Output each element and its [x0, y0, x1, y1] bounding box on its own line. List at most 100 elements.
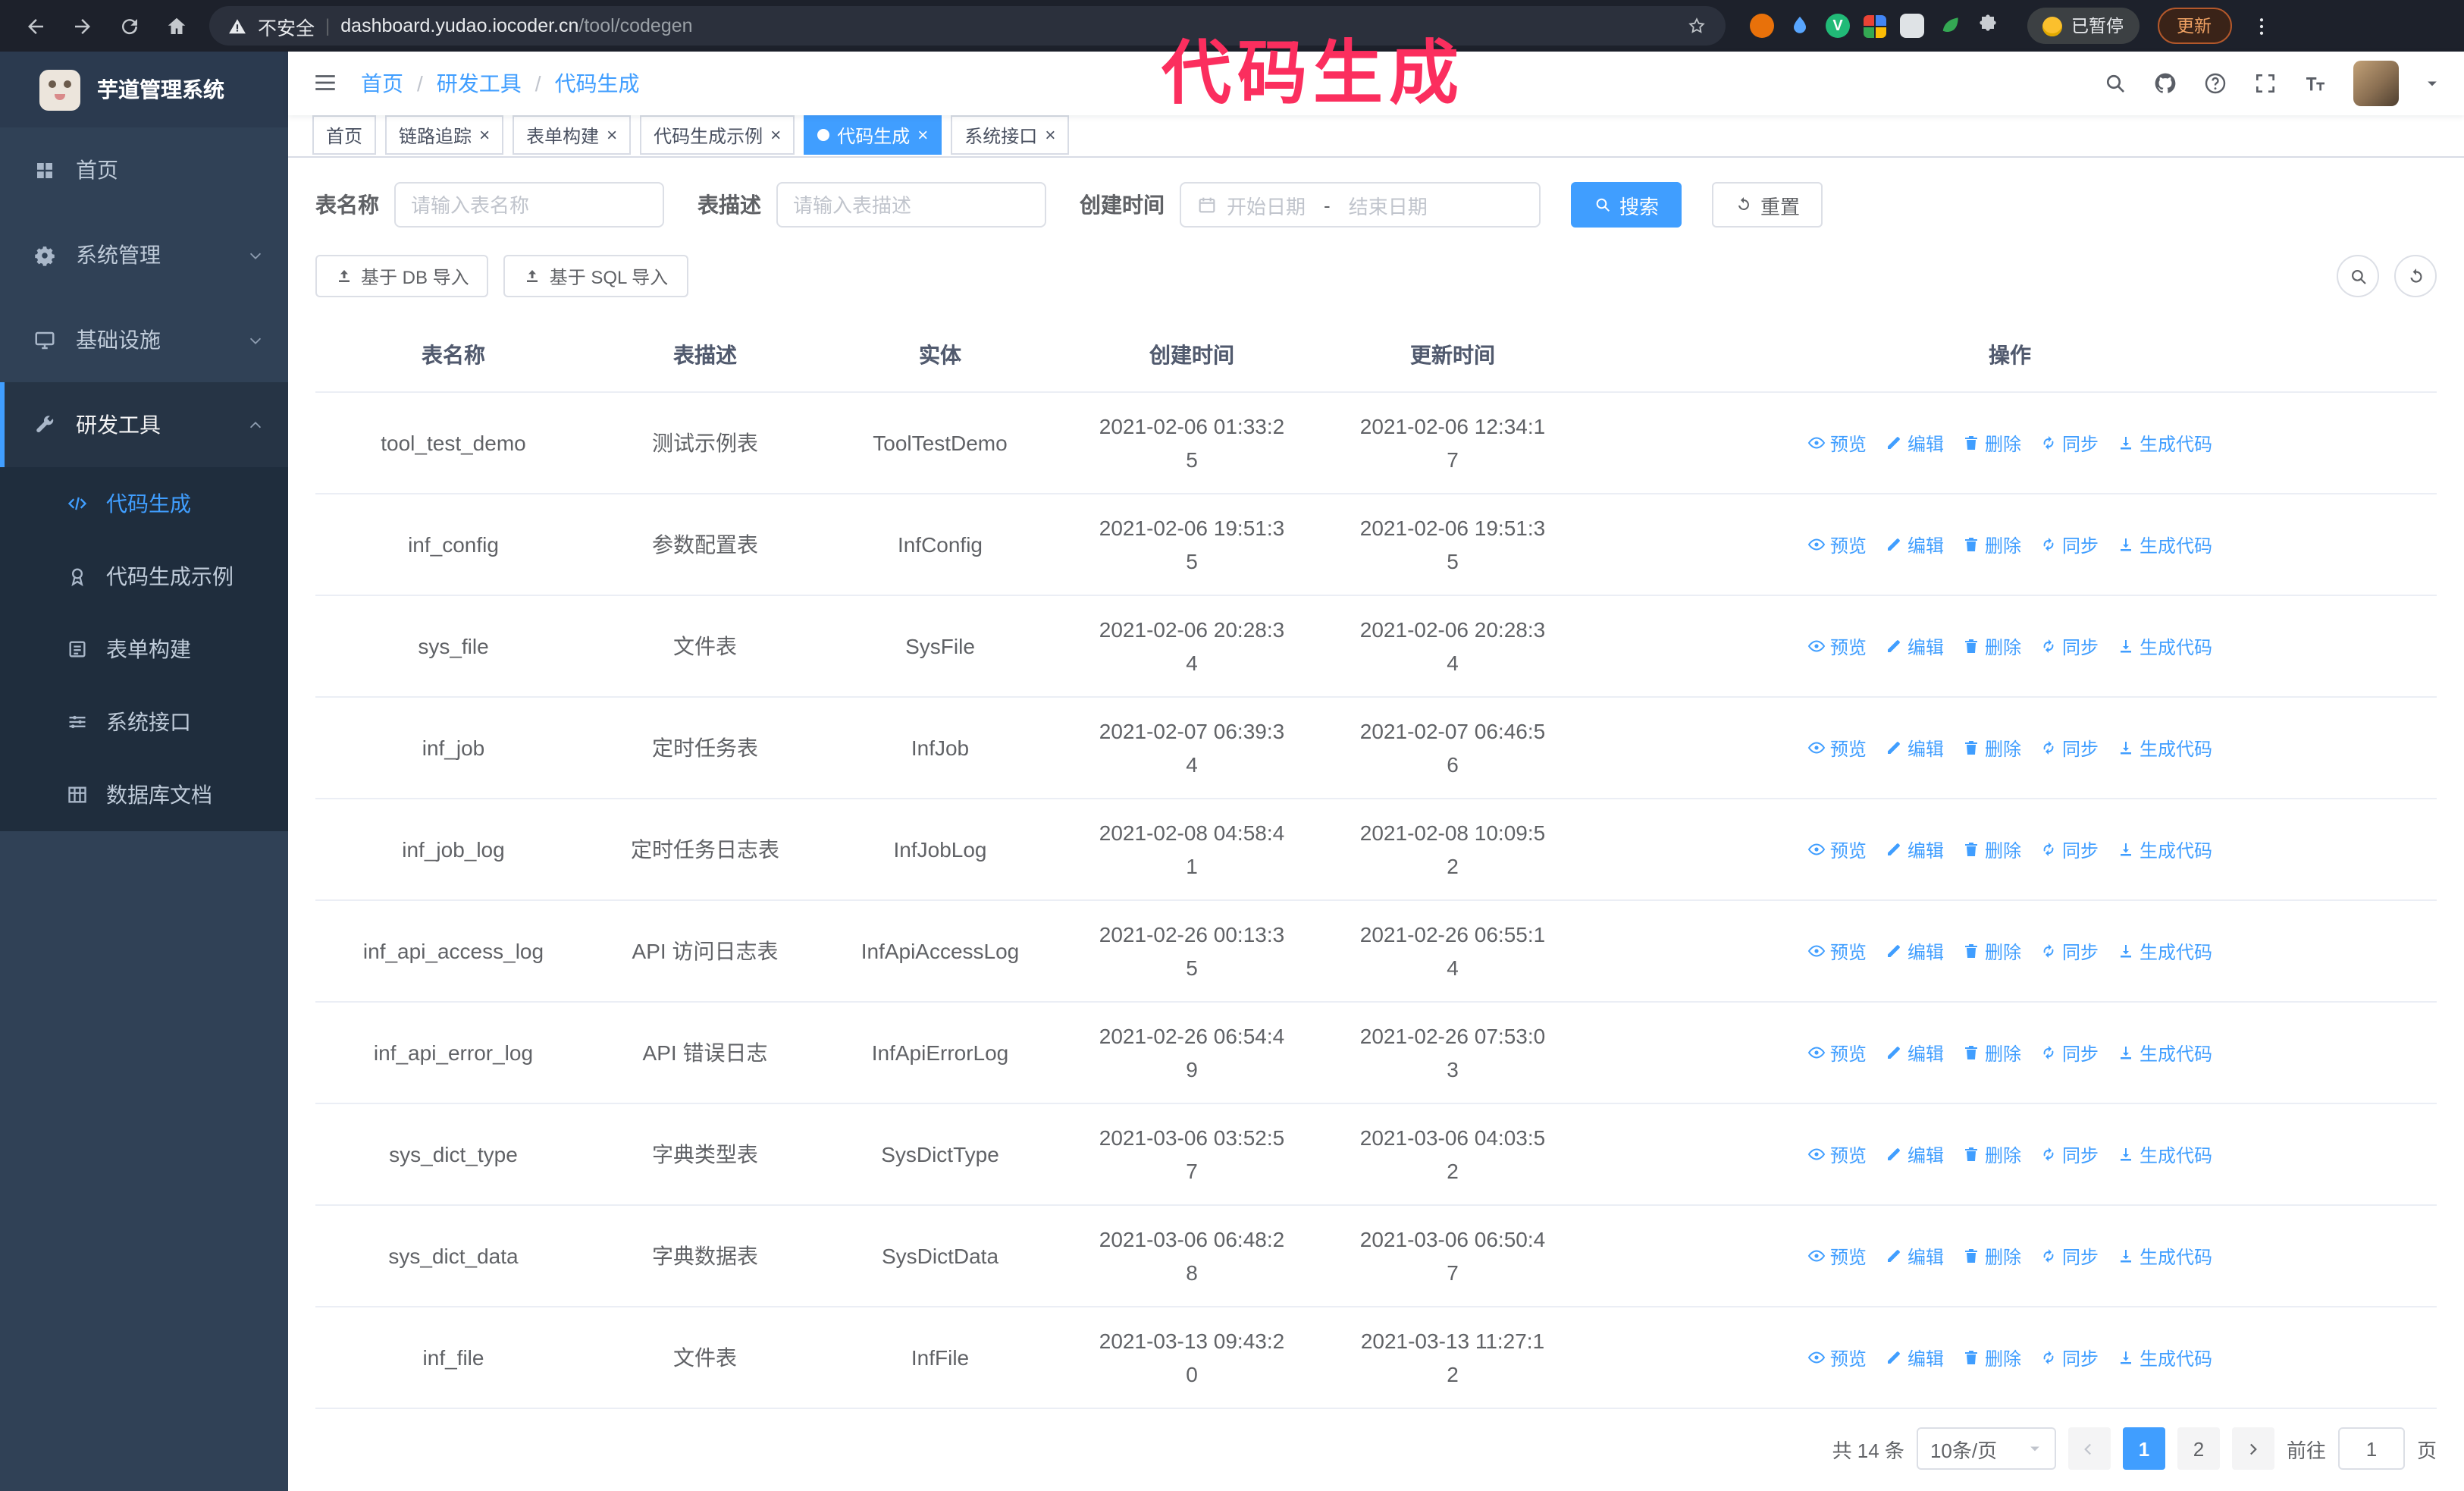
sidebar-item-dev-tools[interactable]: 研发工具 — [0, 382, 288, 467]
sidebar-item-home[interactable]: 首页 — [0, 127, 288, 212]
row-action-delete[interactable]: 删除 — [1962, 938, 2021, 964]
row-action-delete[interactable]: 删除 — [1962, 1243, 2021, 1269]
row-action-delete[interactable]: 删除 — [1962, 735, 2021, 761]
extension-water-drop-icon[interactable] — [1788, 14, 1812, 38]
page-button-1[interactable]: 1 — [2122, 1427, 2165, 1470]
header-github-icon[interactable] — [2153, 71, 2177, 96]
extension-gray-square-icon[interactable] — [1900, 14, 1924, 38]
row-action-preview[interactable]: 预览 — [1807, 837, 1867, 862]
header-font-size-icon[interactable] — [2303, 71, 2328, 96]
row-action-sync[interactable]: 同步 — [2039, 837, 2099, 862]
tab-close-icon[interactable]: × — [1045, 127, 1055, 145]
table-desc-input[interactable] — [776, 182, 1046, 228]
header-docs-icon[interactable] — [2203, 71, 2227, 96]
row-action-edit[interactable]: 编辑 — [1885, 532, 1944, 557]
row-action-sync[interactable]: 同步 — [2039, 1243, 2099, 1269]
breadcrumb-item[interactable]: 研发工具 — [437, 68, 522, 99]
header-search-icon[interactable] — [2103, 71, 2127, 96]
toggle-search-button[interactable] — [2337, 255, 2379, 297]
app-logo-row[interactable]: 芋道管理系统 — [0, 52, 288, 127]
browser-reload-button[interactable] — [109, 5, 150, 46]
browser-forward-button[interactable] — [62, 5, 103, 46]
extension-vue-devtools-icon[interactable]: V — [1826, 14, 1850, 38]
browser-menu-icon[interactable] — [2249, 14, 2272, 37]
search-button[interactable]: 搜索 — [1571, 182, 1682, 228]
import-db-button[interactable]: 基于 DB 导入 — [315, 255, 489, 297]
row-action-delete[interactable]: 删除 — [1962, 430, 2021, 456]
row-action-generate-code[interactable]: 生成代码 — [2117, 938, 2212, 964]
row-action-delete[interactable]: 删除 — [1962, 532, 2021, 557]
row-action-edit[interactable]: 编辑 — [1885, 633, 1944, 659]
tab-close-icon[interactable]: × — [917, 127, 928, 145]
tab-codegen-example[interactable]: 代码生成示例 × — [640, 115, 795, 155]
row-action-edit[interactable]: 编辑 — [1885, 1345, 1944, 1370]
browser-update-button[interactable]: 更新 — [2157, 8, 2231, 44]
goto-page-input[interactable] — [2337, 1427, 2405, 1470]
row-action-generate-code[interactable]: 生成代码 — [2117, 837, 2212, 862]
row-action-generate-code[interactable]: 生成代码 — [2117, 633, 2212, 659]
row-action-preview[interactable]: 预览 — [1807, 735, 1867, 761]
tab-system-api[interactable]: 系统接口 × — [951, 115, 1070, 155]
prev-page-button[interactable] — [2067, 1427, 2111, 1470]
browser-back-button[interactable] — [15, 5, 56, 46]
next-page-button[interactable] — [2231, 1427, 2274, 1470]
row-action-generate-code[interactable]: 生成代码 — [2117, 1141, 2212, 1167]
avatar-caret-down-icon[interactable] — [2425, 76, 2440, 91]
hamburger-menu-icon[interactable] — [312, 71, 338, 96]
row-action-preview[interactable]: 预览 — [1807, 1243, 1867, 1269]
sidebar-subitem-codegen-example[interactable]: 代码生成示例 — [0, 540, 288, 613]
row-action-edit[interactable]: 编辑 — [1885, 735, 1944, 761]
date-range-picker[interactable]: 开始日期 - 结束日期 — [1180, 182, 1541, 228]
row-action-sync[interactable]: 同步 — [2039, 1345, 2099, 1370]
extension-green-leaf-icon[interactable] — [1938, 14, 1962, 38]
reset-button[interactable]: 重置 — [1712, 182, 1823, 228]
breadcrumb-item[interactable]: 代码生成 — [555, 68, 640, 99]
sidebar-item-system-mgmt[interactable]: 系统管理 — [0, 212, 288, 297]
row-action-preview[interactable]: 预览 — [1807, 1345, 1867, 1370]
row-action-delete[interactable]: 删除 — [1962, 837, 2021, 862]
row-action-delete[interactable]: 删除 — [1962, 1141, 2021, 1167]
row-action-delete[interactable]: 删除 — [1962, 633, 2021, 659]
row-action-sync[interactable]: 同步 — [2039, 532, 2099, 557]
page-button-2[interactable]: 2 — [2177, 1427, 2220, 1470]
row-action-preview[interactable]: 预览 — [1807, 1141, 1867, 1167]
extension-orange-circle-icon[interactable] — [1750, 14, 1774, 38]
sidebar-subitem-codegen[interactable]: 代码生成 — [0, 467, 288, 540]
row-action-preview[interactable]: 预览 — [1807, 430, 1867, 456]
row-action-preview[interactable]: 预览 — [1807, 633, 1867, 659]
row-action-edit[interactable]: 编辑 — [1885, 938, 1944, 964]
row-action-edit[interactable]: 编辑 — [1885, 837, 1944, 862]
row-action-delete[interactable]: 删除 — [1962, 1345, 2021, 1370]
row-action-delete[interactable]: 删除 — [1962, 1040, 2021, 1066]
row-action-generate-code[interactable]: 生成代码 — [2117, 735, 2212, 761]
import-sql-button[interactable]: 基于 SQL 导入 — [503, 255, 688, 297]
row-action-edit[interactable]: 编辑 — [1885, 1243, 1944, 1269]
extensions-puzzle-icon[interactable] — [1976, 14, 2000, 38]
tab-close-icon[interactable]: × — [607, 127, 617, 145]
row-action-generate-code[interactable]: 生成代码 — [2117, 1040, 2212, 1066]
row-action-preview[interactable]: 预览 — [1807, 1040, 1867, 1066]
row-action-edit[interactable]: 编辑 — [1885, 1040, 1944, 1066]
browser-home-button[interactable] — [156, 5, 197, 46]
row-action-edit[interactable]: 编辑 — [1885, 430, 1944, 456]
sidebar-item-infrastructure[interactable]: 基础设施 — [0, 297, 288, 382]
tab-tracer[interactable]: 链路追踪 × — [385, 115, 504, 155]
page-size-select[interactable]: 10条/页 — [1916, 1427, 2056, 1470]
header-fullscreen-icon[interactable] — [2253, 71, 2277, 96]
row-action-preview[interactable]: 预览 — [1807, 938, 1867, 964]
row-action-sync[interactable]: 同步 — [2039, 1141, 2099, 1167]
row-action-preview[interactable]: 预览 — [1807, 532, 1867, 557]
row-action-generate-code[interactable]: 生成代码 — [2117, 532, 2212, 557]
tab-close-icon[interactable]: × — [770, 127, 781, 145]
row-action-sync[interactable]: 同步 — [2039, 430, 2099, 456]
row-action-sync[interactable]: 同步 — [2039, 633, 2099, 659]
bookmark-star-icon[interactable] — [1686, 15, 1707, 36]
breadcrumb-item[interactable]: 首页 — [361, 68, 403, 99]
profile-paused-badge[interactable]: 已暂停 — [2027, 8, 2139, 44]
row-action-generate-code[interactable]: 生成代码 — [2117, 1243, 2212, 1269]
user-avatar[interactable] — [2353, 60, 2399, 106]
row-action-sync[interactable]: 同步 — [2039, 938, 2099, 964]
row-action-generate-code[interactable]: 生成代码 — [2117, 430, 2212, 456]
tab-home[interactable]: 首页 — [312, 115, 377, 155]
tab-close-icon[interactable]: × — [479, 127, 490, 145]
